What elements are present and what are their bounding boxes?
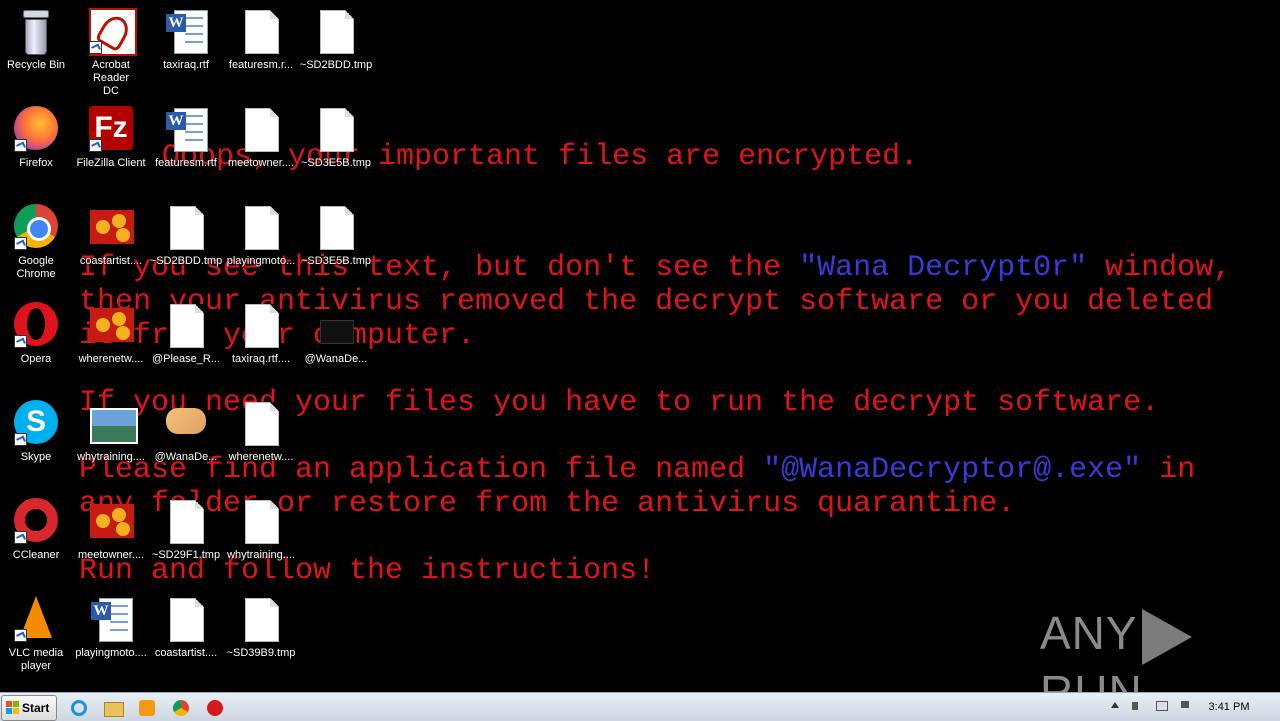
desktop-icon-wanadecryptor-exe[interactable]: @WanaDe... <box>148 400 224 464</box>
shortcut-arrow-icon <box>14 629 27 642</box>
desktop-icon-sd3e5b-tmp[interactable]: ~SD3E5B.tmp <box>298 106 374 170</box>
image-file-icon <box>90 504 134 538</box>
desktop-icon-whytraining-image[interactable]: whytraining.... <box>73 400 149 464</box>
desktop-icon-taxiraq-rtf[interactable]: W taxiraq.rtf <box>148 8 224 72</box>
anyrun-watermark: ANYRUN <box>1040 606 1280 692</box>
desktop-icon-wherenetw-file[interactable]: wherenetw.... <box>223 400 299 464</box>
text-file-icon <box>170 304 204 348</box>
windows-logo-icon <box>6 701 20 715</box>
desktop-icon-featuresm-file[interactable]: featuresm.r... <box>223 8 299 72</box>
desktop-icon-opera[interactable]: Opera <box>0 302 74 366</box>
handshake-icon <box>166 408 206 434</box>
desktop-icon-firefox[interactable]: Firefox <box>0 106 74 170</box>
shortcut-arrow-icon <box>14 237 27 250</box>
shortcut-arrow-icon <box>14 531 27 544</box>
desktop: Ooops, your important files are encrypte… <box>0 0 1280 692</box>
internet-explorer-icon[interactable] <box>68 697 90 719</box>
desktop-icon-sd2bdd-tmp[interactable]: ~SD2BDD.tmp <box>148 204 224 268</box>
desktop-icon-wherenetw-image[interactable]: wherenetw.... <box>73 302 149 366</box>
desktop-icon-sd3e5b-tmp-2[interactable]: ~SD3E5B.tmp <box>298 204 374 268</box>
desktop-icon-sd29f1-tmp[interactable]: ~SD29F1.tmp <box>148 498 224 562</box>
file-icon <box>245 108 279 152</box>
desktop-icon-playingmoto-rtf[interactable]: W playingmoto.... <box>73 596 149 660</box>
image-file-icon <box>90 210 134 244</box>
desktop-icon-whytraining-file[interactable]: whytraining.... <box>223 498 299 562</box>
action-center-flag-icon[interactable] <box>1178 699 1192 713</box>
file-icon <box>170 206 204 250</box>
file-icon <box>245 10 279 54</box>
word-document-icon: W <box>91 598 133 642</box>
image-file-icon <box>90 308 134 342</box>
desktop-icon-meetowner-file[interactable]: meetowner.... <box>223 106 299 170</box>
file-icon <box>245 402 279 446</box>
file-icon <box>170 598 204 642</box>
file-icon <box>245 500 279 544</box>
file-icon <box>170 500 204 544</box>
taskbar-clock[interactable]: 3:41 PM <box>1200 693 1258 721</box>
word-document-icon: W <box>166 10 208 54</box>
show-hidden-icons[interactable] <box>1108 699 1122 713</box>
shortcut-arrow-icon <box>89 41 102 54</box>
file-icon <box>245 206 279 250</box>
shortcut-arrow-icon <box>14 335 27 348</box>
file-explorer-icon[interactable] <box>102 697 124 719</box>
desktop-icon-wanadecryptor-bmp[interactable]: @WanaDe... <box>298 302 374 366</box>
chrome-icon[interactable] <box>170 697 192 719</box>
blank-file-icon <box>320 320 354 344</box>
desktop-icon-acrobat-reader[interactable]: Acrobat Reader DC <box>73 8 149 98</box>
file-icon <box>245 598 279 642</box>
file-icon <box>320 206 354 250</box>
desktop-icon-sd2bdd-tmp-2[interactable]: ~SD2BDD.tmp <box>298 8 374 72</box>
desktop-icon-coastartist-image[interactable]: coastartist.... <box>73 204 149 268</box>
network-icon[interactable] <box>1154 699 1168 713</box>
taskbar: Start 3:41 PM <box>0 692 1280 721</box>
desktop-icon-recycle-bin[interactable]: Recycle Bin <box>0 8 74 72</box>
start-button[interactable]: Start <box>1 695 57 721</box>
shortcut-arrow-icon <box>14 139 27 152</box>
desktop-icon-sd39b9-tmp[interactable]: ~SD39B9.tmp <box>223 596 299 660</box>
desktop-icon-featuresm-rtf[interactable]: W featuresm.rtf <box>148 106 224 170</box>
file-icon <box>245 304 279 348</box>
play-triangle-icon <box>1141 608 1192 665</box>
desktop-icon-skype[interactable]: S Skype <box>0 400 74 464</box>
landscape-image-icon <box>90 408 138 444</box>
shortcut-arrow-icon <box>14 433 27 446</box>
desktop-icon-taxiraq-file[interactable]: taxiraq.rtf.... <box>223 302 299 366</box>
desktop-icon-please-read[interactable]: @Please_R... <box>148 302 224 366</box>
desktop-icon-playingmoto-file[interactable]: playingmoto... <box>223 204 299 268</box>
opera-icon[interactable] <box>204 697 226 719</box>
shortcut-arrow-icon <box>89 139 102 152</box>
desktop-icon-filezilla[interactable]: Fz FileZilla Client <box>73 106 149 170</box>
recycle-bin-icon <box>23 10 49 55</box>
desktop-icon-ccleaner[interactable]: CCleaner <box>0 498 74 562</box>
volume-icon[interactable] <box>1130 699 1144 713</box>
desktop-icon-google-chrome[interactable]: Google Chrome <box>0 204 74 281</box>
desktop-icon-meetowner-image[interactable]: meetowner.... <box>73 498 149 562</box>
desktop-icon-coastartist-file[interactable]: coastartist.... <box>148 596 224 660</box>
file-icon <box>320 108 354 152</box>
word-document-icon: W <box>166 108 208 152</box>
media-player-icon[interactable] <box>136 697 158 719</box>
desktop-icon-vlc[interactable]: VLC media player <box>0 596 74 673</box>
file-icon <box>320 10 354 54</box>
